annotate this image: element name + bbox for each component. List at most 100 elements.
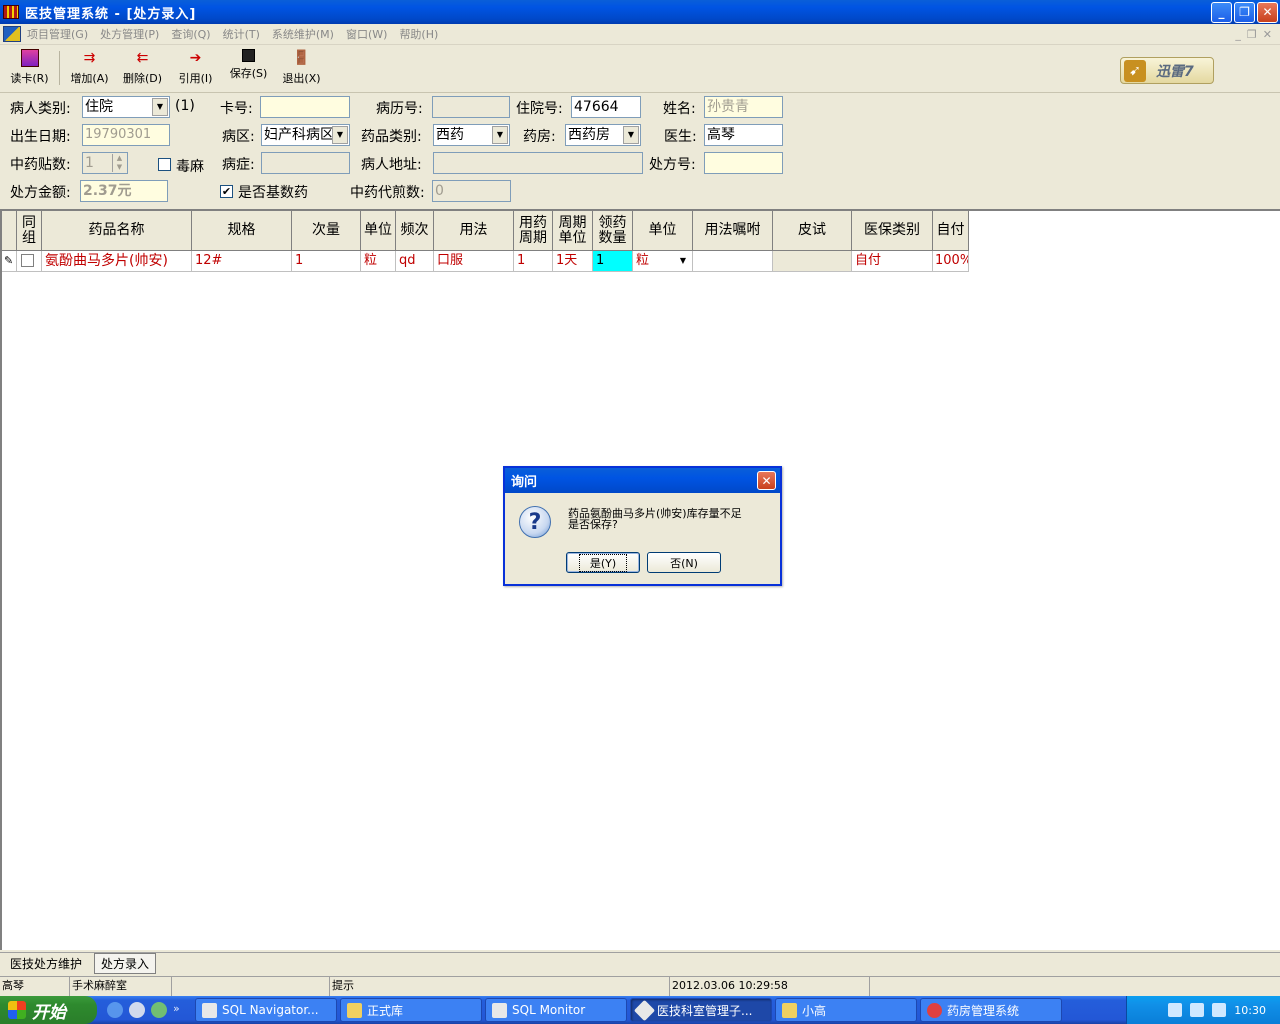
quantity-cell[interactable]: 1 — [593, 251, 633, 272]
col-header-period-unit[interactable]: 周期 单位 — [553, 211, 593, 251]
menu-query[interactable]: 查询(Q) — [171, 26, 210, 42]
patient-type-select[interactable]: 住院 ▼ — [82, 96, 170, 118]
qty-unit-cell[interactable]: 粒 ▼ — [633, 251, 693, 272]
task-xiaogao[interactable]: 小高 — [775, 998, 917, 1022]
exit-button[interactable]: 🚪 退出(X) — [275, 49, 328, 89]
network-icon[interactable] — [1190, 1003, 1205, 1017]
usage-cell[interactable]: 口服 — [434, 251, 514, 272]
task-sql-navigator[interactable]: SQL Navigator... — [195, 998, 337, 1022]
menu-help[interactable]: 帮助(H) — [399, 26, 438, 42]
unit-cell[interactable]: 粒 — [361, 251, 396, 272]
poison-checkbox[interactable] — [158, 158, 171, 171]
tab-prescription-maintenance[interactable]: 医技处方维护 — [4, 954, 88, 973]
volume-icon[interactable] — [1212, 1003, 1227, 1017]
quote-button[interactable]: ➔ 引用(I) — [169, 49, 222, 89]
quicklaunch-more-icon[interactable]: » — [173, 1002, 183, 1018]
chevron-down-icon[interactable]: ▼ — [332, 126, 348, 144]
mdi-restore-button[interactable]: ❐ — [1247, 28, 1257, 41]
group-cell[interactable] — [17, 251, 42, 272]
restore-button[interactable]: ❐ — [1234, 1, 1255, 23]
task-production-db[interactable]: 正式库 — [340, 998, 482, 1022]
period-unit-cell[interactable]: 1天 — [553, 251, 593, 272]
pencil-icon: ✎ — [2, 251, 17, 272]
col-header-insurance-type[interactable]: 医保类别 — [852, 211, 933, 251]
pharmacy-select[interactable]: 西药房 ▼ — [565, 124, 641, 146]
period-cell[interactable]: 1 — [514, 251, 553, 272]
name-input[interactable]: 孙贵青 — [704, 96, 783, 118]
chevron-down-icon[interactable]: ▼ — [623, 126, 639, 144]
tcm-count-stepper[interactable]: 1 ▲ ▼ — [82, 152, 128, 174]
tab-prescription-entry[interactable]: 处方录入 — [94, 953, 157, 974]
drug-type-select[interactable]: 西药 ▼ — [433, 124, 510, 146]
menu-window[interactable]: 窗口(W) — [346, 26, 387, 42]
chevron-down-icon[interactable]: ▼ — [492, 126, 508, 144]
xunlei-button[interactable]: ➹ 迅雷7 — [1120, 57, 1214, 84]
start-button[interactable]: 开始 — [0, 996, 97, 1024]
record-no-input[interactable] — [432, 96, 510, 118]
drug-name-cell[interactable]: 氨酚曲马多片(帅安) — [42, 251, 192, 272]
task-pharmacy-system[interactable]: 药房管理系统 — [920, 998, 1062, 1022]
inpatient-no-input[interactable]: 47664 — [571, 96, 641, 118]
mdi-minimize-button[interactable]: _ — [1235, 28, 1241, 41]
frequency-cell[interactable]: qd — [396, 251, 434, 272]
read-card-button[interactable]: 读卡(R) — [3, 49, 56, 89]
col-header-qty-unit[interactable]: 单位 — [633, 211, 693, 251]
stepper-arrows-icon[interactable]: ▲ ▼ — [112, 154, 126, 172]
grid-header: 同 组 药品名称 规格 次量 单位 频次 用法 用药 周期 周期 单位 领药 数… — [2, 211, 969, 251]
insurance-type-cell[interactable]: 自付 — [852, 251, 933, 272]
dialog-close-button[interactable]: ✕ — [757, 471, 776, 490]
col-header-usage[interactable]: 用法 — [434, 211, 514, 251]
ward-select[interactable]: 妇产科病区 ▼ — [261, 124, 350, 146]
self-pay-cell[interactable]: 100% — [933, 251, 969, 272]
spec-cell[interactable]: 12# — [192, 251, 292, 272]
col-header-instruction[interactable]: 用法嘱咐 — [693, 211, 773, 251]
disease-input[interactable] — [261, 152, 350, 174]
chevron-down-icon[interactable]: ▼ — [680, 251, 686, 271]
col-header-spec[interactable]: 规格 — [192, 211, 292, 251]
col-header-drug-name[interactable]: 药品名称 — [42, 211, 192, 251]
explorer-icon[interactable] — [129, 1002, 145, 1018]
chevron-down-icon[interactable]: ▼ — [152, 98, 168, 116]
patient-type-label: 病人类别: — [10, 101, 71, 117]
col-header-quantity[interactable]: 领药 数量 — [593, 211, 633, 251]
address-input[interactable] — [433, 152, 643, 174]
media-icon[interactable] — [151, 1002, 167, 1018]
task-sql-monitor[interactable]: SQL Monitor — [485, 998, 627, 1022]
tcm-decoct-input[interactable]: 0 — [432, 180, 511, 202]
col-header-frequency[interactable]: 频次 — [396, 211, 434, 251]
menu-prescription[interactable]: 处方管理(P) — [100, 26, 159, 42]
delete-button[interactable]: ⇇ 删除(D) — [116, 49, 169, 89]
minimize-button[interactable]: _ — [1211, 1, 1232, 23]
instruction-cell[interactable] — [693, 251, 773, 272]
keyboard-icon[interactable] — [1168, 1003, 1183, 1017]
task-medtech-dept[interactable]: 医技科室管理子... — [630, 998, 772, 1022]
card-no-input[interactable] — [260, 96, 350, 118]
col-header-unit[interactable]: 单位 — [361, 211, 396, 251]
doctor-input[interactable]: 高琴 — [704, 124, 783, 146]
mdi-close-button[interactable]: ✕ — [1263, 28, 1272, 41]
rx-no-input[interactable] — [704, 152, 783, 174]
clock[interactable]: 10:30 — [1234, 1004, 1266, 1017]
col-header-skin-test[interactable]: 皮试 — [773, 211, 852, 251]
col-header-period[interactable]: 用药 周期 — [514, 211, 553, 251]
col-header-self-pay[interactable]: 自付 — [933, 211, 969, 251]
dose-cell[interactable]: 1 — [292, 251, 361, 272]
col-header-group[interactable]: 同 组 — [17, 211, 42, 251]
ie-icon[interactable] — [107, 1002, 123, 1018]
close-button[interactable]: ✕ — [1257, 1, 1278, 23]
group-checkbox[interactable] — [21, 254, 34, 267]
menu-system[interactable]: 系统维护(M) — [272, 26, 334, 42]
save-button[interactable]: 保存(S) — [222, 49, 275, 89]
table-row[interactable]: ✎ 氨酚曲马多片(帅安) 12# 1 粒 qd 口服 1 1天 1 粒 ▼ 自付… — [2, 251, 969, 272]
mdi-child-icon[interactable] — [3, 26, 21, 42]
col-header-dose[interactable]: 次量 — [292, 211, 361, 251]
basic-drug-checkbox[interactable]: ✔ — [220, 185, 233, 198]
birth-input[interactable]: 19790301 — [82, 124, 170, 146]
menu-project[interactable]: 项目管理(G) — [27, 26, 88, 42]
no-button[interactable]: 否(N) — [647, 552, 721, 573]
menu-statistics[interactable]: 统计(T) — [223, 26, 260, 42]
yes-button[interactable]: 是(Y) — [566, 552, 640, 573]
amount-input[interactable]: 2.37元 — [80, 180, 168, 202]
add-button[interactable]: ⇉ 增加(A) — [63, 49, 116, 89]
skin-test-cell[interactable] — [773, 251, 852, 272]
